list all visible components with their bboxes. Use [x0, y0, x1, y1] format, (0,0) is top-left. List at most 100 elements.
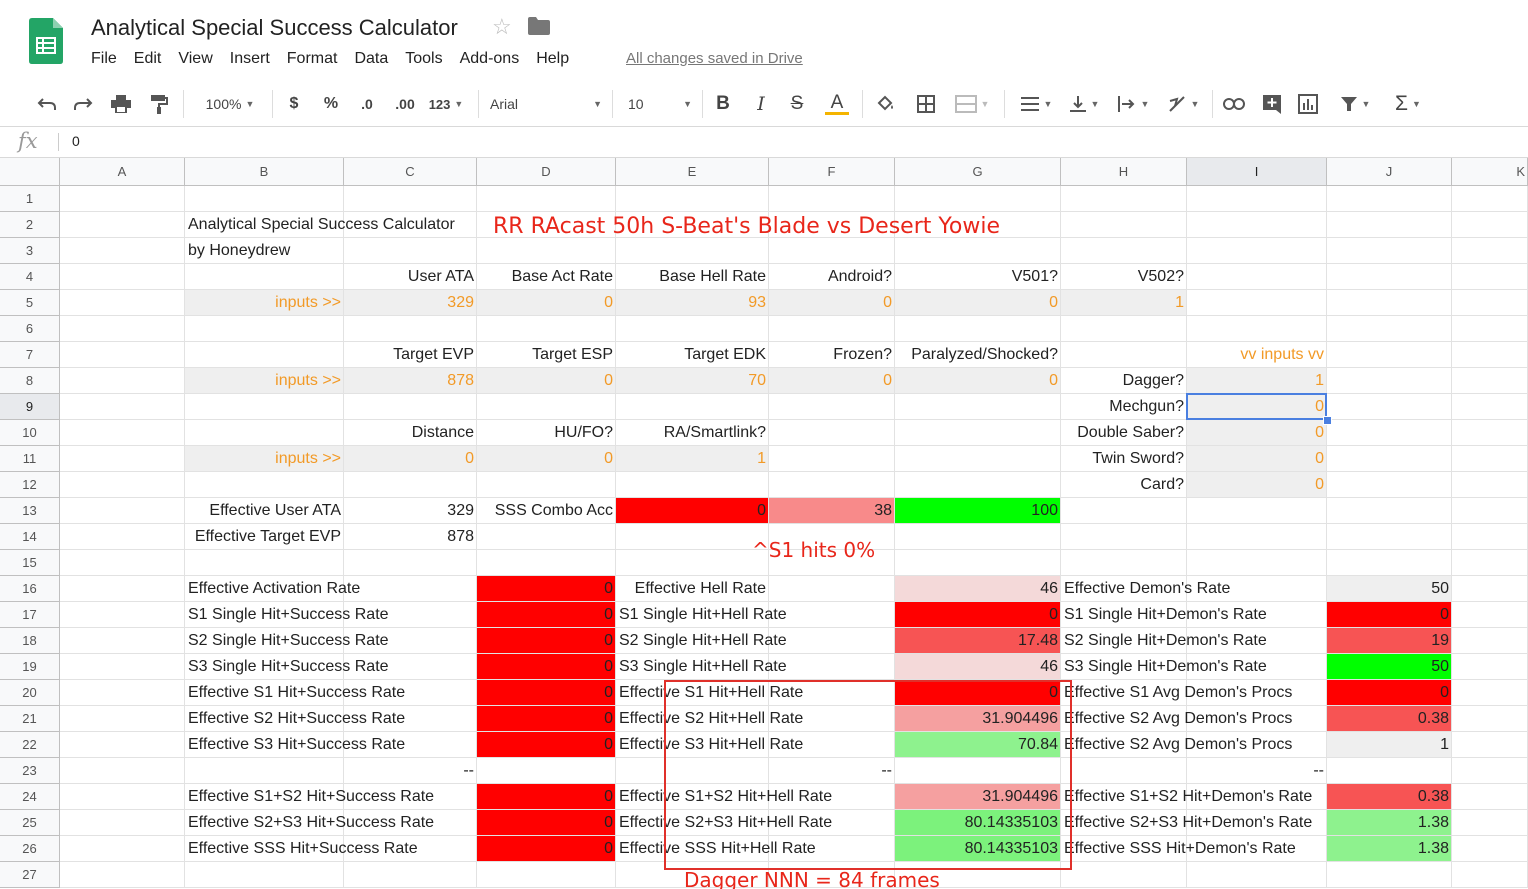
redo-icon[interactable]	[70, 92, 96, 116]
column-header-j[interactable]: J	[1327, 158, 1452, 186]
cell-bg-a13[interactable]	[60, 498, 185, 524]
column-header-g[interactable]: G	[895, 158, 1061, 186]
cell-bg-f1[interactable]	[769, 186, 895, 212]
cell-bg-b27[interactable]	[185, 862, 344, 888]
row-header-18[interactable]: 18	[0, 628, 60, 654]
cell-bg-i27[interactable]	[1187, 862, 1327, 888]
cell-bg-k13[interactable]	[1452, 498, 1528, 524]
cell-bg-k25[interactable]	[1452, 810, 1528, 836]
zoom-select[interactable]: 100% ▼	[198, 92, 262, 116]
row-header-9[interactable]: 9	[0, 394, 60, 420]
cell-bg-a8[interactable]	[60, 368, 185, 394]
borders-icon[interactable]	[914, 92, 938, 116]
cell-bg-c16[interactable]	[344, 576, 477, 602]
column-header-e[interactable]: E	[616, 158, 769, 186]
cell-bg-i1[interactable]	[1187, 186, 1327, 212]
cell-bg-a9[interactable]	[60, 394, 185, 420]
star-icon[interactable]: ☆	[492, 14, 512, 40]
row-header-22[interactable]: 22	[0, 732, 60, 758]
cell-bg-j12[interactable]	[1327, 472, 1452, 498]
percent-format-button[interactable]: %	[320, 92, 342, 116]
font-size-select[interactable]: 10 ▼	[628, 92, 692, 116]
row-header-16[interactable]: 16	[0, 576, 60, 602]
merge-cells-icon[interactable]: ▼	[952, 92, 992, 116]
cell-bg-c12[interactable]	[344, 472, 477, 498]
cell-bg-j1[interactable]	[1327, 186, 1452, 212]
cell-bg-a16[interactable]	[60, 576, 185, 602]
cell-bg-a2[interactable]	[60, 212, 185, 238]
row-header-25[interactable]: 25	[0, 810, 60, 836]
cell-bg-j13[interactable]	[1327, 498, 1452, 524]
cell-bg-f6[interactable]	[769, 316, 895, 342]
cell-bg-a26[interactable]	[60, 836, 185, 862]
menu-view[interactable]: View	[178, 50, 218, 68]
row-header-2[interactable]: 2	[0, 212, 60, 238]
cell-bg-a25[interactable]	[60, 810, 185, 836]
cell-bg-k24[interactable]	[1452, 784, 1528, 810]
menu-file[interactable]: File	[91, 50, 123, 68]
row-header-17[interactable]: 17	[0, 602, 60, 628]
cell-bg-h23[interactable]	[1061, 758, 1187, 784]
row-header-13[interactable]: 13	[0, 498, 60, 524]
cell-bg-a27[interactable]	[60, 862, 185, 888]
bold-button[interactable]: B	[712, 92, 734, 116]
cell-bg-h2[interactable]	[1061, 212, 1187, 238]
undo-icon[interactable]	[34, 92, 60, 116]
cell-bg-h3[interactable]	[1061, 238, 1187, 264]
cell-bg-j14[interactable]	[1327, 524, 1452, 550]
column-header-b[interactable]: B	[185, 158, 344, 186]
row-header-7[interactable]: 7	[0, 342, 60, 368]
cell-bg-b9[interactable]	[185, 394, 344, 420]
column-header-h[interactable]: H	[1061, 158, 1187, 186]
cell-bg-k19[interactable]	[1452, 654, 1528, 680]
cell-bg-k6[interactable]	[1452, 316, 1528, 342]
cell-bg-j3[interactable]	[1327, 238, 1452, 264]
filter-icon[interactable]: ▼	[1334, 92, 1376, 116]
insert-link-icon[interactable]	[1222, 92, 1246, 116]
cell-bg-j10[interactable]	[1327, 420, 1452, 446]
cell-bg-d9[interactable]	[477, 394, 616, 420]
row-header-5[interactable]: 5	[0, 290, 60, 316]
cell-bg-h7[interactable]	[1061, 342, 1187, 368]
cell-bg-i14[interactable]	[1187, 524, 1327, 550]
cell-bg-h13[interactable]	[1061, 498, 1187, 524]
cell-bg-c3[interactable]	[344, 238, 477, 264]
text-color-button[interactable]: A	[824, 92, 850, 116]
cell-bg-a4[interactable]	[60, 264, 185, 290]
cell-bg-k2[interactable]	[1452, 212, 1528, 238]
cell-bg-f12[interactable]	[769, 472, 895, 498]
cell-bg-a19[interactable]	[60, 654, 185, 680]
row-header-10[interactable]: 10	[0, 420, 60, 446]
cell-bg-a12[interactable]	[60, 472, 185, 498]
cell-bg-j9[interactable]	[1327, 394, 1452, 420]
column-header-a[interactable]: A	[60, 158, 185, 186]
cell-bg-d23[interactable]	[477, 758, 616, 784]
cell-bg-j15[interactable]	[1327, 550, 1452, 576]
cell-bg-g23[interactable]	[895, 758, 1061, 784]
sheets-logo-icon[interactable]	[29, 18, 63, 64]
cell-bg-e1[interactable]	[616, 186, 769, 212]
cell-bg-g9[interactable]	[895, 394, 1061, 420]
cell-bg-j2[interactable]	[1327, 212, 1452, 238]
print-icon[interactable]	[108, 92, 134, 116]
cell-bg-a3[interactable]	[60, 238, 185, 264]
column-header-k[interactable]: K	[1452, 158, 1528, 186]
row-header-11[interactable]: 11	[0, 446, 60, 472]
cell-bg-a17[interactable]	[60, 602, 185, 628]
decrease-decimal-button[interactable]: .0	[354, 92, 380, 116]
cell-bg-h15[interactable]	[1061, 550, 1187, 576]
cell-bg-k9[interactable]	[1452, 394, 1528, 420]
cell-bg-k8[interactable]	[1452, 368, 1528, 394]
cell-bg-j4[interactable]	[1327, 264, 1452, 290]
cell-bg-d15[interactable]	[477, 550, 616, 576]
menu-tools[interactable]: Tools	[405, 50, 448, 68]
fill-color-icon[interactable]	[874, 92, 898, 116]
cell-bg-k7[interactable]	[1452, 342, 1528, 368]
row-header-1[interactable]: 1	[0, 186, 60, 212]
cell-bg-h14[interactable]	[1061, 524, 1187, 550]
menu-addons[interactable]: Add-ons	[460, 50, 526, 68]
select-all-corner[interactable]	[0, 158, 60, 186]
cell-bg-k1[interactable]	[1452, 186, 1528, 212]
menu-format[interactable]: Format	[287, 50, 344, 68]
column-header-i[interactable]: I	[1187, 158, 1327, 186]
